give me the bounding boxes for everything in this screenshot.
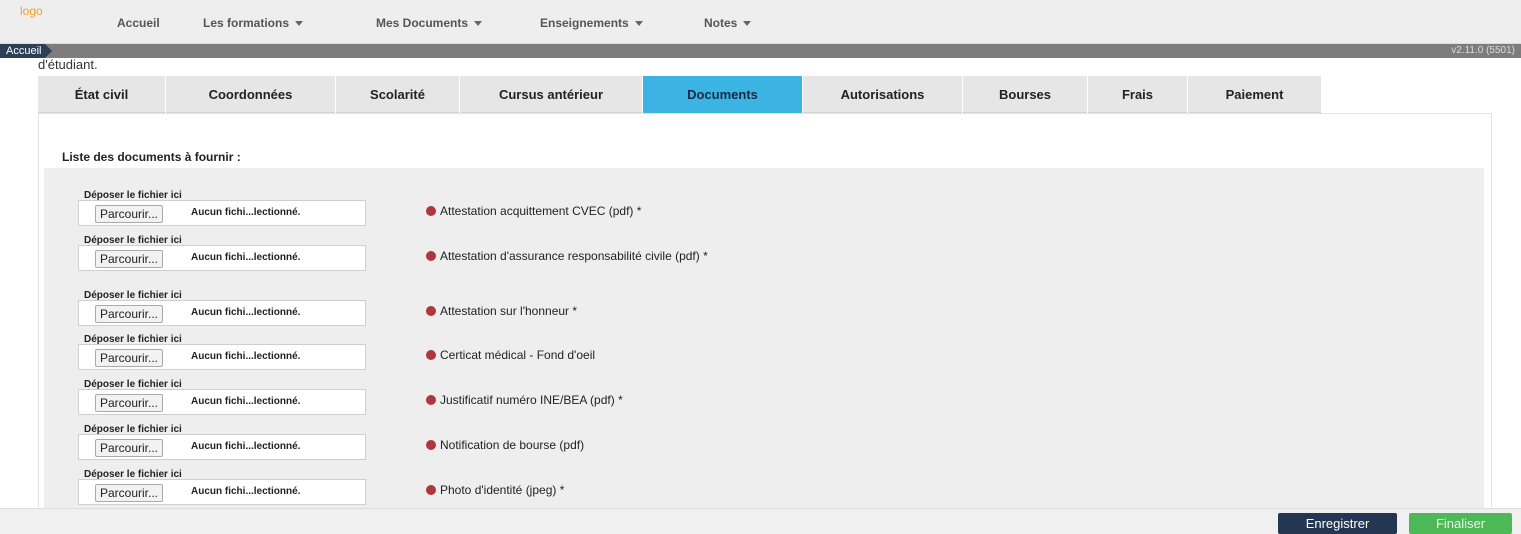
document-name: Certicat médical - Fond d'oeil [426,348,786,363]
file-status: Aucun fichi...lectionné. [191,486,301,497]
nav-label: Enseignements [540,16,629,30]
version-label: v2.11.0 (5501) [1451,45,1515,56]
intro-text: d'étudiant. [38,57,98,72]
documents-heading: Liste des documents à fournir : [62,150,241,164]
logo[interactable]: logo [20,4,43,18]
required-dot-icon [426,350,436,360]
browse-button[interactable]: Parcourir... [95,205,164,223]
required-dot-icon [426,251,436,261]
document-name: Notification de bourse (pdf) [426,438,786,453]
nav-label: Les formations [203,16,290,30]
document-row: Déposer le fichier ici Parcourir... Aucu… [44,334,1484,379]
tab-autorisations[interactable]: Autorisations [803,76,963,113]
nav-les-formations[interactable]: Les formations [203,16,304,30]
tab-bourses[interactable]: Bourses [963,76,1088,113]
browse-button[interactable]: Parcourir... [95,349,164,367]
file-input[interactable]: Parcourir... Aucun fichi...lectionné. [78,479,366,505]
browse-button[interactable]: Parcourir... [95,394,164,412]
breadcrumb-bar: Accueil v2.11.0 (5501) [0,44,1521,58]
document-label: Certicat médical - Fond d'oeil [440,348,596,362]
caret-down-icon [634,21,643,27]
nav-accueil[interactable]: Accueil [117,16,160,30]
document-row: Déposer le fichier ici Parcourir... Aucu… [44,190,1484,235]
tab-coordonnees[interactable]: Coordonnées [166,76,336,113]
tab-frais[interactable]: Frais [1088,76,1188,113]
nav-notes[interactable]: Notes [704,16,752,30]
file-input[interactable]: Parcourir... Aucun fichi...lectionné. [78,245,366,271]
document-row: Déposer le fichier ici Parcourir... Aucu… [44,379,1484,424]
document-name: Attestation acquittement CVEC (pdf) * [426,204,786,219]
required-dot-icon [426,306,436,316]
nav-label: Notes [704,16,738,30]
file-status: Aucun fichi...lectionné. [191,307,301,318]
browse-button[interactable]: Parcourir... [95,439,164,457]
required-dot-icon [426,395,436,405]
nav-label: Mes Documents [376,16,469,30]
document-row: Déposer le fichier ici Parcourir... Aucu… [44,424,1484,469]
file-status: Aucun fichi...lectionné. [191,252,301,263]
document-label: Attestation sur l'honneur * [440,304,578,318]
file-status: Aucun fichi...lectionné. [191,396,301,407]
tab-etat-civil[interactable]: État civil [38,76,166,113]
file-input[interactable]: Parcourir... Aucun fichi...lectionné. [78,389,366,415]
file-input[interactable]: Parcourir... Aucun fichi...lectionné. [78,200,366,226]
browse-button[interactable]: Parcourir... [95,484,164,502]
document-label: Photo d'identité (jpeg) * [440,483,565,497]
file-input[interactable]: Parcourir... Aucun fichi...lectionné. [78,300,366,326]
file-status: Aucun fichi...lectionné. [191,441,301,452]
nav-enseignements[interactable]: Enseignements [540,16,643,30]
top-navbar: logo Accueil Les formations Mes Document… [0,0,1521,44]
nav-label: Accueil [117,16,160,30]
nav-mes-documents[interactable]: Mes Documents [376,16,483,30]
document-label: Justificatif numéro INE/BEA (pdf) * [440,393,623,407]
document-name: Photo d'identité (jpeg) * [426,483,786,498]
file-status: Aucun fichi...lectionné. [191,207,301,218]
document-name: Justificatif numéro INE/BEA (pdf) * [426,393,786,408]
document-name: Attestation d'assurance responsabilité c… [426,249,771,264]
required-dot-icon [426,440,436,450]
document-row: Déposer le fichier ici Parcourir... Aucu… [44,235,1484,280]
document-label: Notification de bourse (pdf) [440,438,585,452]
caret-down-icon [474,21,483,27]
tab-bar: État civil Coordonnées Scolarité Cursus … [38,76,1322,113]
tab-cursus-anterieur[interactable]: Cursus antérieur [460,76,643,113]
document-label: Attestation d'assurance responsabilité c… [440,249,708,263]
document-name: Attestation sur l'honneur * [426,304,786,319]
save-button[interactable]: Enregistrer [1278,513,1397,534]
document-row: Déposer le fichier ici Parcourir... Aucu… [44,290,1484,335]
required-dot-icon [426,206,436,216]
breadcrumb-accueil[interactable]: Accueil [0,44,54,58]
tab-documents[interactable]: Documents [643,76,803,113]
required-dot-icon [426,485,436,495]
file-input[interactable]: Parcourir... Aucun fichi...lectionné. [78,434,366,460]
file-status: Aucun fichi...lectionné. [191,351,301,362]
documents-list: Déposer le fichier ici Parcourir... Aucu… [44,168,1484,534]
document-label: Attestation acquittement CVEC (pdf) * [440,204,642,218]
finalize-button[interactable]: Finaliser [1409,513,1512,534]
caret-down-icon [743,21,752,27]
caret-down-icon [295,21,304,27]
file-input[interactable]: Parcourir... Aucun fichi...lectionné. [78,344,366,370]
browse-button[interactable]: Parcourir... [95,305,164,323]
tab-paiement[interactable]: Paiement [1188,76,1322,113]
browse-button[interactable]: Parcourir... [95,250,164,268]
tab-scolarite[interactable]: Scolarité [336,76,460,113]
